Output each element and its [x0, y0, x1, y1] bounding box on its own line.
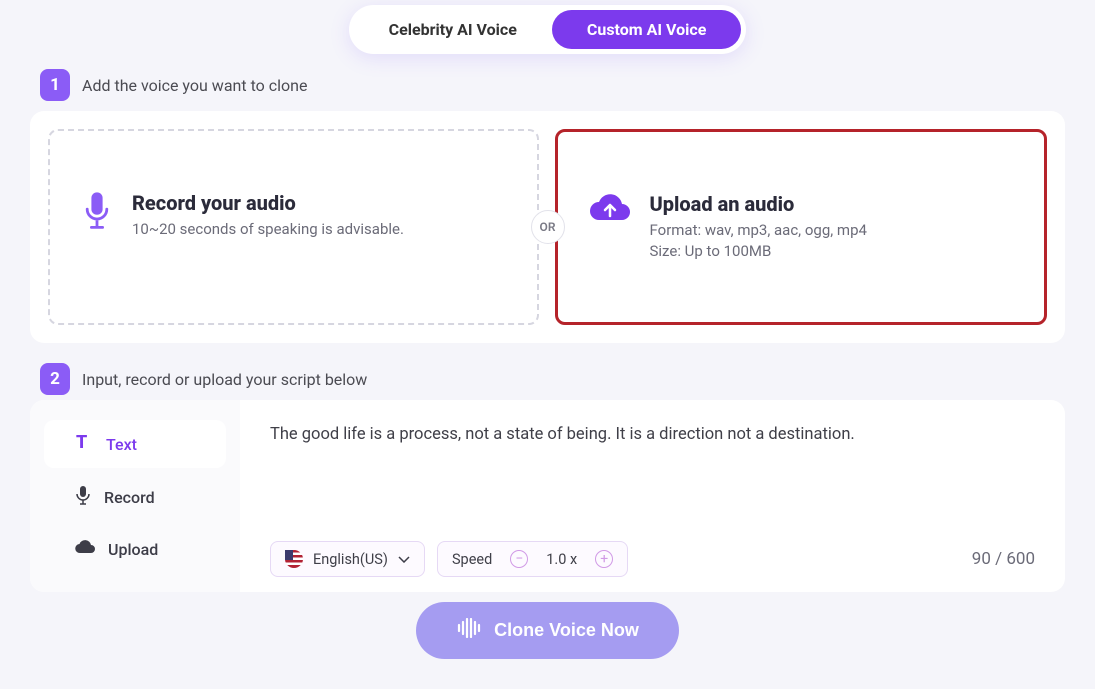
text-icon: T — [74, 433, 94, 455]
clone-voice-button[interactable]: Clone Voice Now — [416, 602, 679, 659]
us-flag-icon — [285, 550, 303, 568]
step1-header: 1 Add the voice you want to clone — [40, 69, 1055, 101]
voice-type-toggle: Celebrity AI Voice Custom AI Voice — [349, 5, 747, 54]
tab-celebrity-voice[interactable]: Celebrity AI Voice — [354, 10, 552, 49]
language-selector[interactable]: English(US) — [270, 541, 425, 577]
speed-minus-button[interactable]: − — [510, 550, 528, 568]
sidebar-label-text: Text — [106, 435, 137, 454]
chevron-down-icon — [398, 555, 410, 563]
language-value: English(US) — [313, 551, 388, 568]
speed-label: Speed — [452, 551, 492, 568]
sidebar-item-upload[interactable]: Upload — [44, 526, 226, 572]
audio-source-card: Record your audio 10~20 seconds of speak… — [30, 111, 1065, 343]
cloud-icon — [74, 539, 96, 559]
script-textarea[interactable]: The good life is a process, not a state … — [270, 425, 1035, 511]
waveform-icon — [456, 618, 482, 643]
speed-control: Speed − 1.0 x + — [437, 541, 628, 577]
microphone-icon — [80, 191, 114, 233]
script-card: T Text Record Upload The good life is a … — [30, 400, 1065, 592]
upload-audio-size: Size: Up to 100MB — [650, 241, 867, 262]
step1-badge: 1 — [40, 69, 70, 101]
svg-text:T: T — [76, 433, 87, 451]
or-divider: OR — [531, 210, 565, 244]
microphone-icon — [74, 485, 92, 509]
upload-audio-option[interactable]: Upload an audio Format: wav, mp3, aac, o… — [555, 129, 1048, 325]
sidebar-item-text[interactable]: T Text — [44, 420, 226, 468]
step2-badge: 2 — [40, 363, 70, 395]
tab-custom-voice[interactable]: Custom AI Voice — [552, 10, 741, 49]
clone-voice-label: Clone Voice Now — [494, 620, 639, 641]
step2-title: Input, record or upload your script belo… — [82, 370, 367, 389]
step1-title: Add the voice you want to clone — [82, 76, 307, 95]
sidebar-label-record: Record — [104, 488, 155, 507]
record-audio-desc: 10~20 seconds of speaking is advisable. — [132, 219, 404, 240]
step2-header: 2 Input, record or upload your script be… — [40, 363, 1055, 395]
upload-audio-format: Format: wav, mp3, aac, ogg, mp4 — [650, 220, 867, 241]
sidebar-label-upload: Upload — [108, 540, 158, 559]
input-mode-sidebar: T Text Record Upload — [30, 400, 240, 592]
record-audio-option[interactable]: Record your audio 10~20 seconds of speak… — [48, 129, 539, 325]
upload-audio-heading: Upload an audio — [650, 192, 867, 216]
sidebar-item-record[interactable]: Record — [44, 472, 226, 522]
speed-value: 1.0 x — [546, 551, 577, 568]
char-counter: 90 / 600 — [972, 549, 1035, 569]
speed-plus-button[interactable]: + — [595, 550, 613, 568]
record-audio-heading: Record your audio — [132, 191, 404, 215]
cloud-upload-icon — [588, 192, 632, 228]
